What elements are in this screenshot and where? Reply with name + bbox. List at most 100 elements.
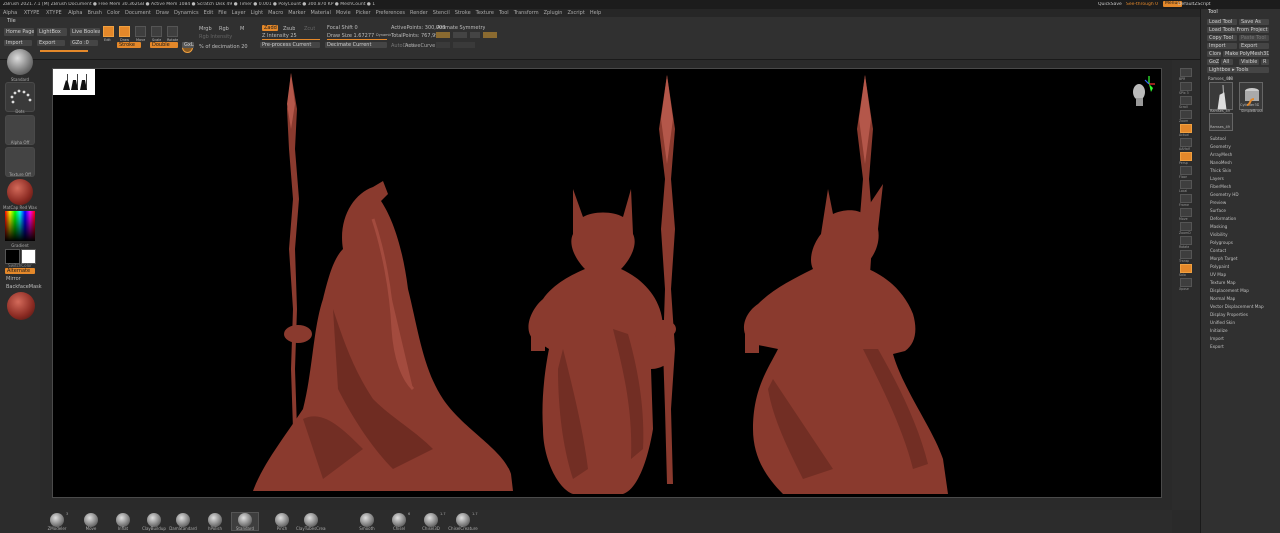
menu-edit[interactable]: Edit [204, 9, 214, 17]
shelf-scroll-icon[interactable] [1180, 96, 1192, 105]
subpalette-initialize[interactable]: Initialize [1210, 328, 1228, 333]
subpalette-thick-skin[interactable]: Thick Skin [1210, 168, 1231, 173]
symmetry-r-toggle[interactable] [483, 32, 497, 38]
symmetry-option-1[interactable] [436, 42, 450, 48]
make-polymesh-button[interactable]: Make PolyMesh3D [1223, 51, 1269, 57]
alternate-button[interactable]: Alternate [5, 268, 35, 274]
subpalette-displacement-map[interactable]: Displacement Map [1210, 288, 1249, 293]
scale-mode-icon[interactable] [151, 26, 162, 37]
zsub-toggle[interactable]: Zsub [283, 26, 295, 32]
document-thumbnail[interactable] [53, 69, 95, 95]
edit-mode-icon[interactable] [103, 26, 114, 37]
shelf-rotate-icon[interactable] [1180, 236, 1192, 245]
subpalette-preview[interactable]: Preview [1210, 200, 1226, 205]
canvas-viewport[interactable] [52, 68, 1162, 498]
menu-material[interactable]: Material [311, 9, 331, 17]
focal-shift-slider[interactable]: Focal Shift 0 [327, 25, 358, 31]
subpalette-polypaint[interactable]: Polypaint [1210, 264, 1229, 269]
shelf-persp-icon[interactable] [1180, 152, 1192, 161]
pct-decimation-slider[interactable]: % of decimation 20 [199, 44, 248, 50]
menu-alpha[interactable]: Alpha [68, 9, 82, 17]
menu-stroke[interactable]: Stroke [455, 9, 471, 17]
brush-smooth-icon[interactable] [360, 513, 374, 527]
animate-symmetry-button[interactable]: Animate Symmetry [437, 25, 485, 31]
menu-color[interactable]: Color [107, 9, 120, 17]
menu-zscript[interactable]: Zscript [567, 9, 584, 17]
visible-button[interactable]: Visible [1239, 59, 1259, 65]
load-tools-from-project-button[interactable]: Load Tools From Project [1207, 27, 1269, 33]
symmetry-y-toggle[interactable] [453, 32, 467, 38]
subpalette-vector-displacement-map[interactable]: Vector Displacement Map [1210, 304, 1264, 309]
save-as-button[interactable]: Save As [1239, 19, 1269, 25]
shelf-zoomd-icon[interactable] [1180, 222, 1192, 231]
brush-chisel-icon[interactable] [392, 513, 406, 527]
brush-inflat-icon[interactable] [116, 513, 130, 527]
menu-zplugin[interactable]: Zplugin [544, 9, 563, 17]
subpalette-unified-skin[interactable]: Unified Skin [1210, 320, 1235, 325]
brush-damstandard-icon[interactable] [176, 513, 190, 527]
rotate-mode-icon[interactable] [167, 26, 178, 37]
menu-transform[interactable]: Transform [514, 9, 539, 17]
double-button[interactable]: Double [150, 42, 178, 48]
tray-export-button[interactable]: Export [1239, 43, 1269, 49]
zcut-toggle[interactable]: Zcut [304, 26, 315, 32]
subpalette-arraymesh[interactable]: ArrayMesh [1210, 152, 1232, 157]
subpalette-deformation[interactable]: Deformation [1210, 216, 1236, 221]
r-button[interactable]: R [1261, 59, 1269, 65]
menu-prefix-0[interactable]: Alpha [3, 9, 17, 17]
menu-preferences[interactable]: Preferences [376, 9, 405, 17]
subpalette-geometry[interactable]: Geometry [1210, 144, 1231, 149]
mirror-button[interactable]: Mirror [6, 276, 21, 282]
tray-import-button[interactable]: Import [1207, 43, 1237, 49]
menu-prefix-1[interactable]: XTYPE [24, 9, 40, 17]
home-page-button[interactable]: Home Page [4, 28, 34, 36]
menu-render[interactable]: Render [410, 9, 428, 17]
shelf-actual-icon[interactable] [1180, 124, 1192, 133]
subpalette-contact[interactable]: Contact [1210, 248, 1226, 253]
paste-tool-button[interactable]: Paste Tool [1239, 35, 1269, 41]
clone-button[interactable]: Clone [1207, 51, 1221, 57]
brush-zmodeler-icon[interactable] [50, 513, 64, 527]
tool-thumb-1[interactable] [1209, 82, 1233, 110]
subpalette-polygroups[interactable]: Polygroups [1210, 240, 1233, 245]
symmetry-option-2[interactable] [453, 42, 475, 48]
sculpt-figure-left[interactable] [243, 69, 523, 497]
load-tool-button[interactable]: Load Tool [1207, 19, 1237, 25]
menu-layer[interactable]: Layer [232, 9, 246, 17]
goz-button[interactable]: GZo :0 [70, 40, 98, 46]
subpalette-import[interactable]: Import [1210, 336, 1224, 341]
backface-mask-button[interactable]: BackfaceMask [6, 284, 42, 290]
navigation-gizmo[interactable] [1127, 74, 1157, 110]
menu-brush[interactable]: Brush [87, 9, 101, 17]
shelf-floor-icon[interactable] [1180, 166, 1192, 175]
see-through-slider[interactable]: See-through 0 [1126, 2, 1158, 7]
rgb-intensity-slider[interactable]: Rgb Intensity [199, 34, 232, 40]
lightbox-button[interactable]: LightBox [37, 28, 67, 36]
brush-move-icon[interactable] [84, 513, 98, 527]
subpalette-geometry-hd[interactable]: Geometry HD [1210, 192, 1239, 197]
shelf-solo-icon[interactable] [1180, 264, 1192, 273]
menu-picker[interactable]: Picker [356, 9, 371, 17]
stroke-button[interactable]: Stroke [117, 42, 141, 48]
decimate-button[interactable]: Decimate Current [325, 42, 387, 48]
shelf-frame-icon[interactable] [1180, 194, 1192, 203]
lightbox-tools-button[interactable]: Lightbox ▸ Tools [1207, 67, 1269, 73]
live-boolean-button[interactable]: Live Boolean [70, 28, 100, 36]
gxl-button[interactable]: GxL [182, 42, 194, 48]
shelf-aahalf-icon[interactable] [1180, 138, 1192, 147]
dots-stroke-icon[interactable] [5, 82, 35, 112]
menu-prefix-2[interactable]: XTYPE [46, 9, 62, 17]
menu-document[interactable]: Document [125, 9, 151, 17]
subpalette-texture-map[interactable]: Texture Map [1210, 280, 1236, 285]
sculpt-figure-center[interactable] [513, 69, 753, 497]
material-sphere-icon[interactable] [7, 179, 33, 205]
import-button[interactable]: Import [4, 40, 32, 46]
menu-macro[interactable]: Macro [268, 9, 283, 17]
subpalette-layers[interactable]: Layers [1210, 176, 1224, 181]
quicksave-button[interactable]: QuickSave [1098, 2, 1122, 7]
copy-tool-button[interactable]: Copy Tool [1207, 35, 1237, 41]
subpalette-morph-target[interactable]: Morph Target [1210, 256, 1238, 261]
brush-chisel3d-icon[interactable] [424, 513, 438, 527]
sculpt-figure-right[interactable] [733, 69, 983, 497]
subpalette-normal-map[interactable]: Normal Map [1210, 296, 1235, 301]
